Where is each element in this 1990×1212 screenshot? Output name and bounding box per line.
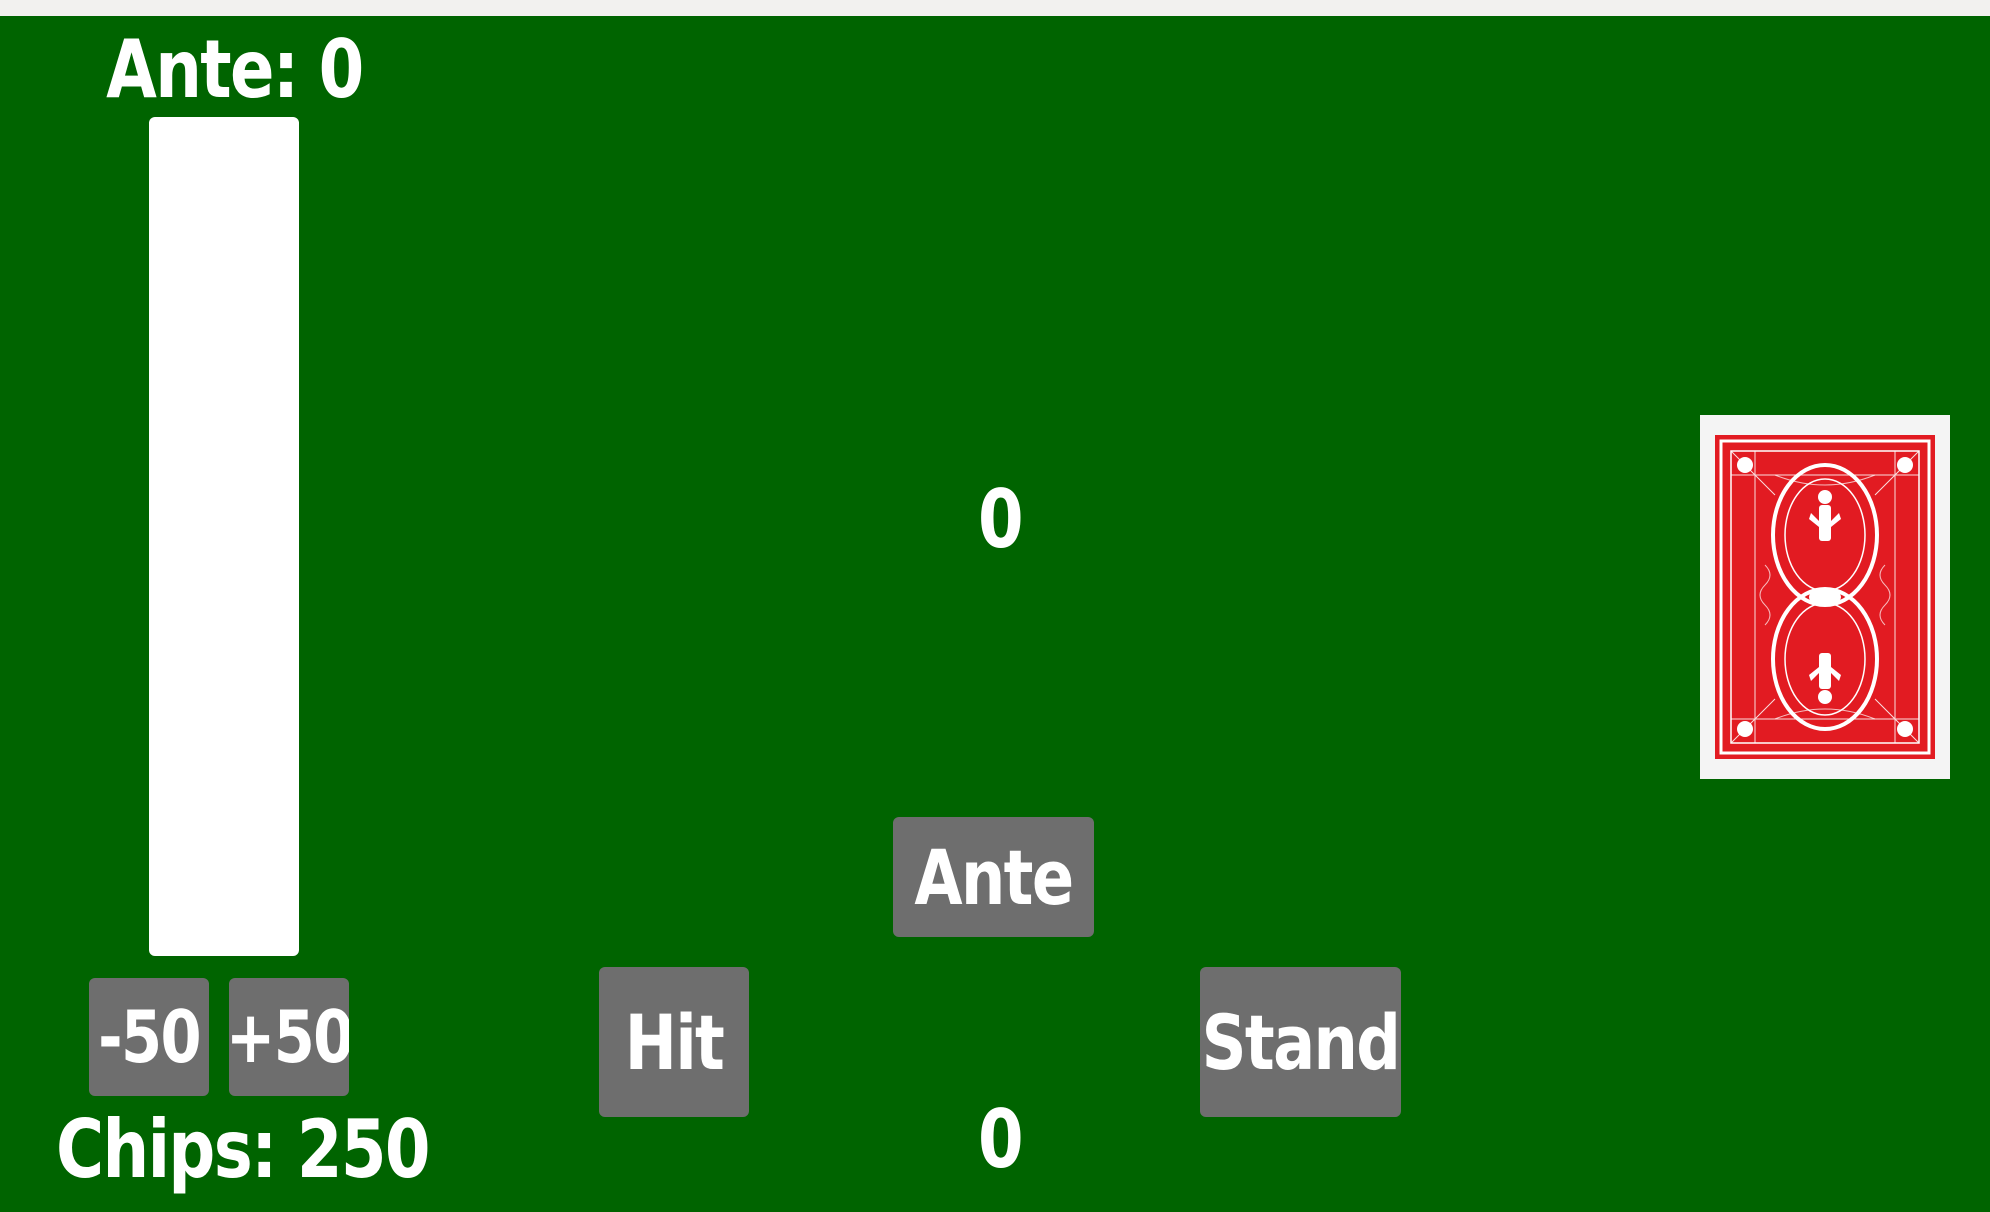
chips-balance-label: Chips: 250 xyxy=(56,1103,431,1196)
ante-button[interactable]: Ante xyxy=(893,817,1094,937)
card-back-icon xyxy=(1715,435,1935,759)
increase-bet-button[interactable]: +50 xyxy=(229,978,349,1096)
stand-button-label: Stand xyxy=(1201,997,1401,1087)
dealer-score: 0 xyxy=(977,473,1024,566)
ante-button-label: Ante xyxy=(914,832,1074,922)
bet-meter xyxy=(149,117,299,956)
increase-bet-label: +50 xyxy=(229,995,349,1079)
ante-amount-label: Ante: 0 xyxy=(106,23,364,116)
hit-button-label: Hit xyxy=(624,997,725,1087)
hit-button[interactable]: Hit xyxy=(599,967,749,1117)
card-deck[interactable] xyxy=(1700,415,1950,779)
player-score: 0 xyxy=(977,1093,1024,1186)
game-table: Ante: 0 -50 +50 Chips: 250 0 Ante Hit St… xyxy=(0,0,1990,1212)
decrease-bet-label: -50 xyxy=(98,995,201,1079)
stand-button[interactable]: Stand xyxy=(1200,967,1401,1117)
window-top-strip xyxy=(0,0,1990,16)
decrease-bet-button[interactable]: -50 xyxy=(89,978,209,1096)
